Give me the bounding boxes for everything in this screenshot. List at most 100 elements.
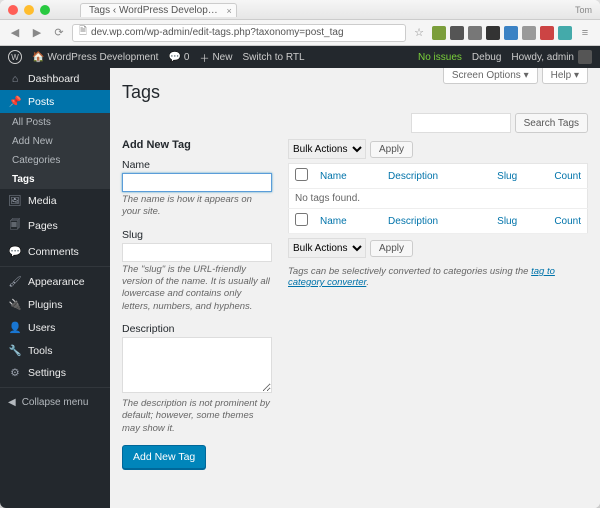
plug-icon: 🔌 xyxy=(8,298,22,311)
collapse-icon: ◀ xyxy=(8,397,16,408)
submenu-all-posts[interactable]: All Posts xyxy=(0,113,110,132)
table-row-empty: No tags found. xyxy=(289,189,588,209)
extension-icons xyxy=(432,26,572,40)
new-content-link[interactable]: ＋ New xyxy=(199,50,232,65)
site-name-link[interactable]: 🏠 WordPress Development xyxy=(32,52,158,63)
url-text: dev.wp.com/wp-admin/edit-tags.php?taxono… xyxy=(91,27,343,38)
tag-name-input[interactable] xyxy=(122,173,272,192)
comments-icon: 💬 xyxy=(8,245,22,258)
window-minimize[interactable] xyxy=(24,5,34,15)
browser-tab-title: Tags ‹ WordPress Develop… xyxy=(89,5,218,16)
users-icon: 👤 xyxy=(8,321,22,334)
bulk-apply-bottom[interactable]: Apply xyxy=(370,240,413,257)
collapse-menu[interactable]: ◀Collapse menu xyxy=(0,391,110,414)
menu-settings[interactable]: ⚙Settings xyxy=(0,362,110,384)
brush-icon: 🖌 xyxy=(8,275,22,288)
debug-link[interactable]: Debug xyxy=(472,52,501,63)
menu-plugins[interactable]: 🔌Plugins xyxy=(0,293,110,316)
slug-desc: The "slug" is the URL-friendly version o… xyxy=(122,264,272,313)
wp-admin-bar: W 🏠 WordPress Development 💬 0 ＋ New Swit… xyxy=(0,46,600,68)
convert-note: Tags can be selectively converted to cat… xyxy=(288,266,588,288)
tag-slug-input[interactable] xyxy=(122,243,272,262)
posts-submenu: All Posts Add New Categories Tags xyxy=(0,113,110,189)
browser-toolbar: ◀ ▶ ⟳ 🗎 dev.wp.com/wp-admin/edit-tags.ph… xyxy=(0,20,600,46)
menu-tools[interactable]: 🔧Tools xyxy=(0,339,110,362)
extension-icon[interactable] xyxy=(486,26,500,40)
tag-search-input[interactable] xyxy=(411,113,511,133)
bulk-actions-bottom[interactable]: Bulk Actions xyxy=(288,238,366,258)
window-close[interactable] xyxy=(8,5,18,15)
avatar xyxy=(578,50,592,64)
menu-appearance[interactable]: 🖌Appearance xyxy=(0,270,110,293)
screen-options-tab[interactable]: Screen Options ▾ xyxy=(443,68,538,84)
description-desc: The description is not prominent by defa… xyxy=(122,398,272,435)
select-all-top[interactable] xyxy=(295,168,308,181)
comments-link[interactable]: 💬 0 xyxy=(168,52,189,63)
name-label: Name xyxy=(122,159,272,171)
col-name[interactable]: Name xyxy=(320,171,347,182)
pin-icon: 📌 xyxy=(8,95,22,108)
wordpress-logo-icon[interactable]: W xyxy=(8,50,22,64)
help-tab[interactable]: Help ▾ xyxy=(542,68,588,84)
extension-icon[interactable] xyxy=(558,26,572,40)
browser-menu-icon[interactable]: ≡ xyxy=(576,24,594,42)
name-desc: The name is how it appears on your site. xyxy=(122,194,272,219)
close-tab-icon[interactable]: × xyxy=(226,6,231,16)
menu-pages[interactable]: 🗐Pages xyxy=(0,212,110,240)
browser-user-label: Tom xyxy=(575,5,592,15)
submenu-tags[interactable]: Tags xyxy=(0,170,110,189)
submenu-add-new[interactable]: Add New xyxy=(0,132,110,151)
select-all-bottom[interactable] xyxy=(295,213,308,226)
admin-sidebar: ⌂Dashboard 📌Posts All Posts Add New Cate… xyxy=(0,68,110,508)
tag-list-column: Bulk Actions Apply Name Description Slug… xyxy=(288,139,588,469)
col-count[interactable]: Count xyxy=(554,171,581,182)
menu-media[interactable]: 🖼Media xyxy=(0,189,110,212)
menu-dashboard[interactable]: ⌂Dashboard xyxy=(0,68,110,90)
search-tags-button[interactable]: Search Tags xyxy=(515,113,588,133)
media-icon: 🖼 xyxy=(8,194,22,207)
nav-forward-icon[interactable]: ▶ xyxy=(28,24,46,42)
extension-icon[interactable] xyxy=(522,26,536,40)
form-heading: Add New Tag xyxy=(122,139,272,151)
tag-description-input[interactable] xyxy=(122,337,272,393)
no-issues-label[interactable]: No issues xyxy=(418,52,462,63)
browser-tab[interactable]: Tags ‹ WordPress Develop… × xyxy=(80,3,237,17)
howdy-link[interactable]: Howdy, admin xyxy=(511,50,592,64)
extension-icon[interactable] xyxy=(540,26,554,40)
bulk-actions-top[interactable]: Bulk Actions xyxy=(288,139,366,159)
col-slug[interactable]: Slug xyxy=(497,171,517,182)
browser-titlebar: Tags ‹ WordPress Develop… × Tom xyxy=(0,0,600,20)
menu-posts[interactable]: 📌Posts xyxy=(0,90,110,113)
window-zoom[interactable] xyxy=(40,5,50,15)
gear-icon: ⚙ xyxy=(8,367,22,379)
bulk-apply-top[interactable]: Apply xyxy=(370,141,413,158)
slug-label: Slug xyxy=(122,229,272,241)
extension-icon[interactable] xyxy=(450,26,464,40)
nav-reload-icon[interactable]: ⟳ xyxy=(50,24,68,42)
submenu-categories[interactable]: Categories xyxy=(0,151,110,170)
dashboard-icon: ⌂ xyxy=(8,73,22,85)
col-name-foot[interactable]: Name xyxy=(320,216,347,227)
extension-icon[interactable] xyxy=(468,26,482,40)
description-label: Description xyxy=(122,323,272,335)
col-description-foot[interactable]: Description xyxy=(388,216,438,227)
content-area: Screen Options ▾ Help ▾ Tags Search Tags… xyxy=(110,68,600,508)
menu-users[interactable]: 👤Users xyxy=(0,316,110,339)
page-icon: 🗎 xyxy=(79,24,87,41)
page-title: Tags xyxy=(122,82,588,103)
col-description[interactable]: Description xyxy=(388,171,438,182)
extension-icon[interactable] xyxy=(432,26,446,40)
col-count-foot[interactable]: Count xyxy=(554,216,581,227)
menu-comments[interactable]: 💬Comments xyxy=(0,240,110,263)
pages-icon: 🗐 xyxy=(8,217,22,235)
url-bar[interactable]: 🗎 dev.wp.com/wp-admin/edit-tags.php?taxo… xyxy=(72,24,406,42)
wrench-icon: 🔧 xyxy=(8,344,22,357)
switch-rtl-link[interactable]: Switch to RTL xyxy=(242,52,304,63)
tags-table: Name Description Slug Count No tags foun… xyxy=(288,163,588,234)
no-tags-message: No tags found. xyxy=(289,189,588,209)
bookmark-icon[interactable]: ☆ xyxy=(410,24,428,42)
add-new-tag-button[interactable]: Add New Tag xyxy=(122,445,206,469)
extension-icon[interactable] xyxy=(504,26,518,40)
col-slug-foot[interactable]: Slug xyxy=(497,216,517,227)
nav-back-icon[interactable]: ◀ xyxy=(6,24,24,42)
